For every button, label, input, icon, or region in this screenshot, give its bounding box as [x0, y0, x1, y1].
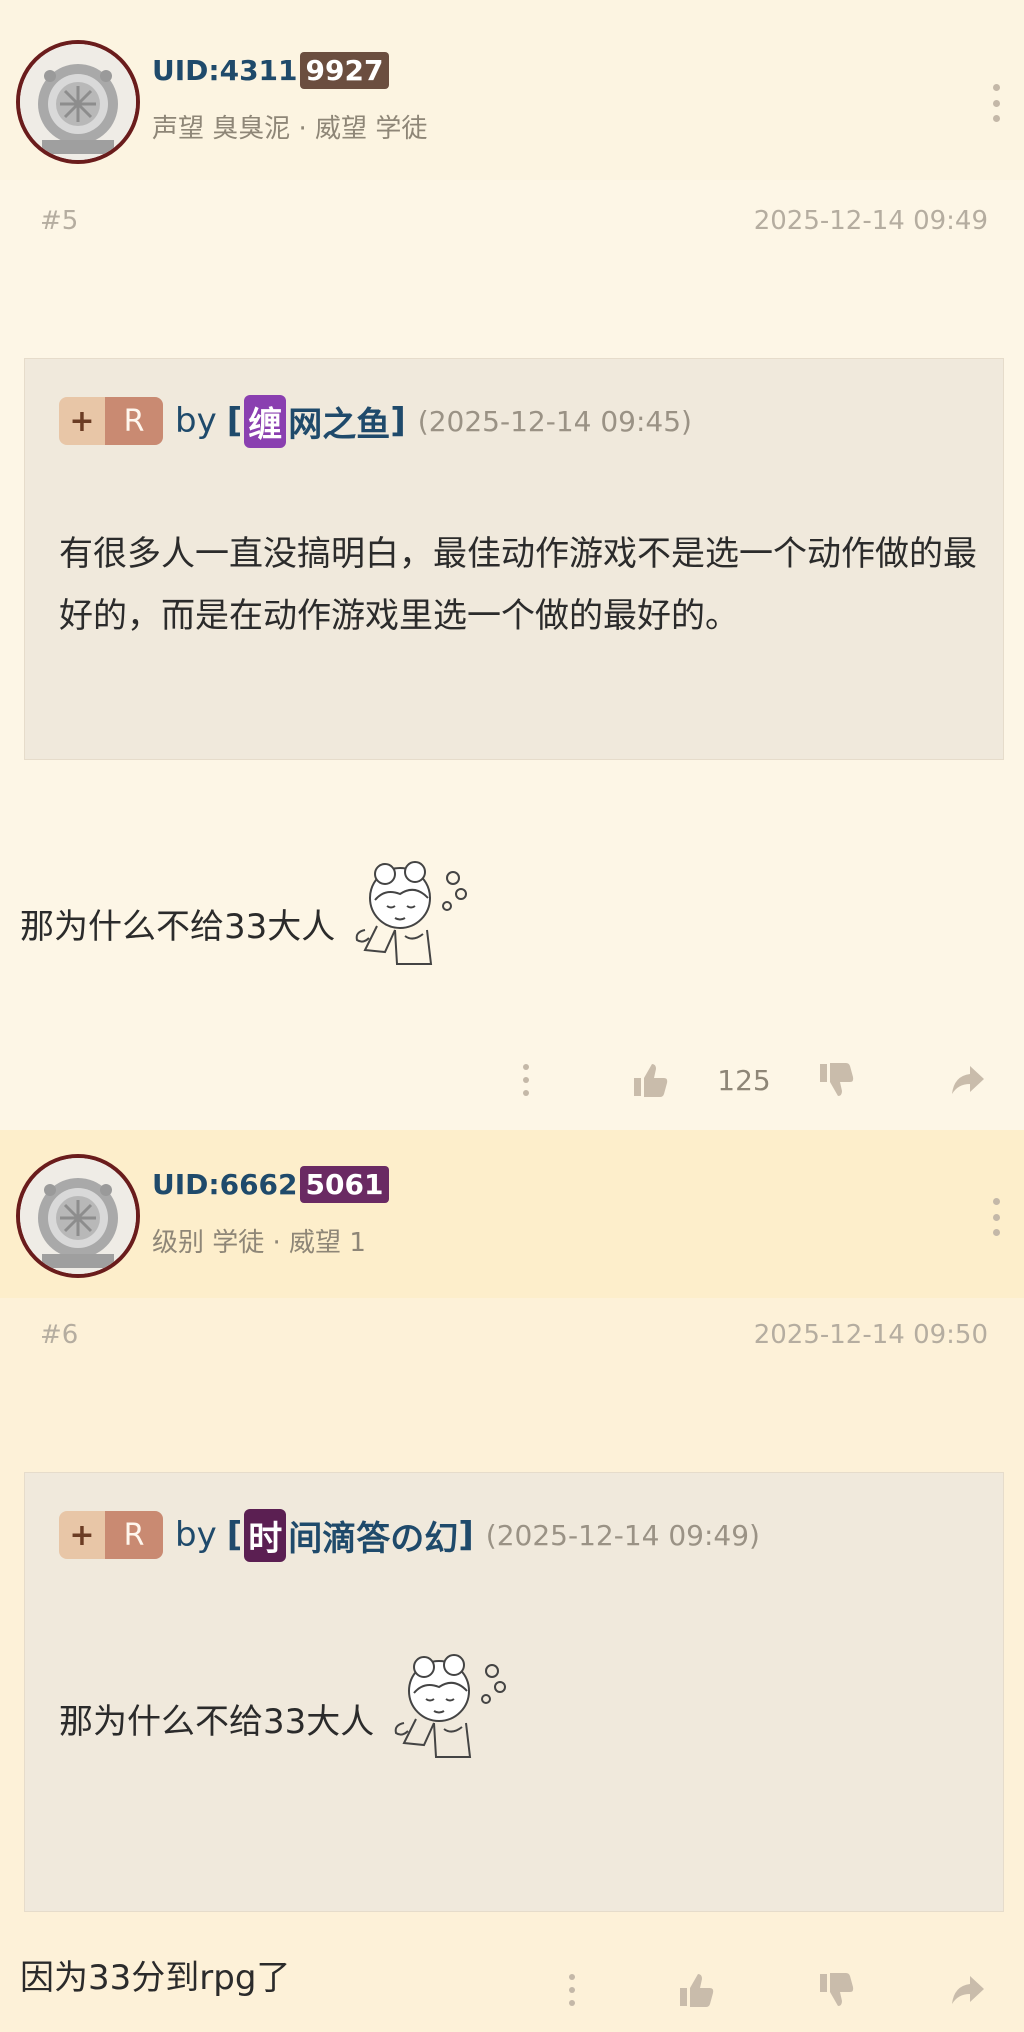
- bracket-open: [: [226, 1515, 243, 1555]
- quote-block: + R by [ 缠 网之鱼 ] (2025-12-14 09:45) 有很多人…: [24, 358, 1004, 760]
- floor-number: #6: [40, 1320, 79, 1350]
- share-arrow-icon[interactable]: [946, 1050, 990, 1110]
- sticker-girl-icon: [374, 1653, 524, 1791]
- bracket-close: ]: [458, 1515, 474, 1555]
- quote-username[interactable]: [ 缠 网之鱼 ]: [226, 394, 406, 448]
- share-arrow-icon[interactable]: [946, 1960, 990, 2020]
- post-time: 2025-12-14 09:50: [753, 1320, 988, 1350]
- vote-count: 125: [717, 1063, 771, 1097]
- quote-text: 有很多人一直没搞明白，最佳动作游戏不是选一个动作做的最好的，而是在动作游戏里选一…: [59, 534, 977, 636]
- sticker-girl-icon: [335, 860, 485, 987]
- thumbs-down-icon[interactable]: [814, 1960, 858, 2020]
- bracket-open: [: [226, 401, 243, 441]
- thumbs-up-icon[interactable]: [674, 1960, 718, 2020]
- username-first-char: 缠: [244, 394, 287, 448]
- quote-header: + R by [ 缠 网之鱼 ] (2025-12-14 09:45): [59, 394, 692, 448]
- avatar[interactable]: [16, 40, 140, 164]
- uid-prefix: UID:6662: [152, 1167, 298, 1201]
- diving-helmet-icon: [20, 1158, 136, 1274]
- quote-plus-button[interactable]: +: [59, 397, 105, 445]
- post-action-bar: 125: [0, 1050, 1024, 1110]
- user-meta: 级别 学徒 · 威望 1: [152, 1228, 366, 1258]
- thumbs-up-icon[interactable]: [628, 1050, 672, 1110]
- quote-block: + R by [ 时 间滴答の幻 ] (2025-12-14 09:49) 那为…: [24, 1472, 1004, 1912]
- diving-helmet-icon: [20, 44, 136, 160]
- username-first-char: 时: [244, 1508, 287, 1562]
- quote-reply-button[interactable]: R: [105, 1511, 163, 1559]
- uid-badge: 5061: [299, 1165, 390, 1203]
- more-vertical-icon[interactable]: [562, 1960, 582, 2020]
- quote-text: 那为什么不给33大人: [59, 1653, 979, 1791]
- quote-reply-button[interactable]: R: [105, 397, 163, 445]
- bracket-close: ]: [390, 401, 406, 441]
- post-header: UID:4311 9927 声望 臭臭泥 · 威望 学徒: [0, 0, 1024, 180]
- post-body-text: 那为什么不给33大人: [20, 907, 336, 947]
- quote-text-content: 那为什么不给33大人: [59, 1702, 375, 1742]
- quote-username[interactable]: [ 时 间滴答の幻 ]: [226, 1508, 474, 1562]
- user-uid[interactable]: UID:4311 9927: [152, 50, 390, 90]
- avatar[interactable]: [16, 1154, 140, 1278]
- more-vertical-icon[interactable]: [988, 1198, 1004, 1236]
- quote-by-label: by: [175, 401, 217, 441]
- post-time: 2025-12-14 09:49: [753, 206, 988, 236]
- post-action-bar: [0, 1960, 1024, 2020]
- quote-time: (2025-12-14 09:45): [417, 404, 692, 438]
- post-header: UID:6662 5061 级别 学徒 · 威望 1: [0, 1130, 1024, 1298]
- user-uid[interactable]: UID:6662 5061: [152, 1164, 390, 1204]
- floor-number: #5: [40, 206, 79, 236]
- uid-prefix: UID:4311: [152, 53, 298, 87]
- post-6: UID:6662 5061 级别 学徒 · 威望 1 #6 2025-12-14…: [0, 1130, 1024, 2032]
- more-vertical-icon[interactable]: [988, 84, 1004, 122]
- more-vertical-icon[interactable]: [516, 1050, 536, 1110]
- quote-time: (2025-12-14 09:49): [485, 1518, 760, 1552]
- thumbs-down-icon[interactable]: [814, 1050, 858, 1110]
- quote-header: + R by [ 时 间滴答の幻 ] (2025-12-14 09:49): [59, 1508, 760, 1562]
- quote-by-label: by: [175, 1515, 217, 1555]
- user-meta: 声望 臭臭泥 · 威望 学徒: [152, 114, 428, 144]
- post-body: 那为什么不给33大人: [20, 860, 485, 987]
- quote-plus-button[interactable]: +: [59, 1511, 105, 1559]
- username-rest: 间滴答の幻: [288, 1518, 459, 1559]
- username-rest: 网之鱼: [288, 404, 391, 445]
- uid-badge: 9927: [299, 51, 390, 89]
- post-5: UID:4311 9927 声望 臭臭泥 · 威望 学徒 #5 2025-12-…: [0, 0, 1024, 1130]
